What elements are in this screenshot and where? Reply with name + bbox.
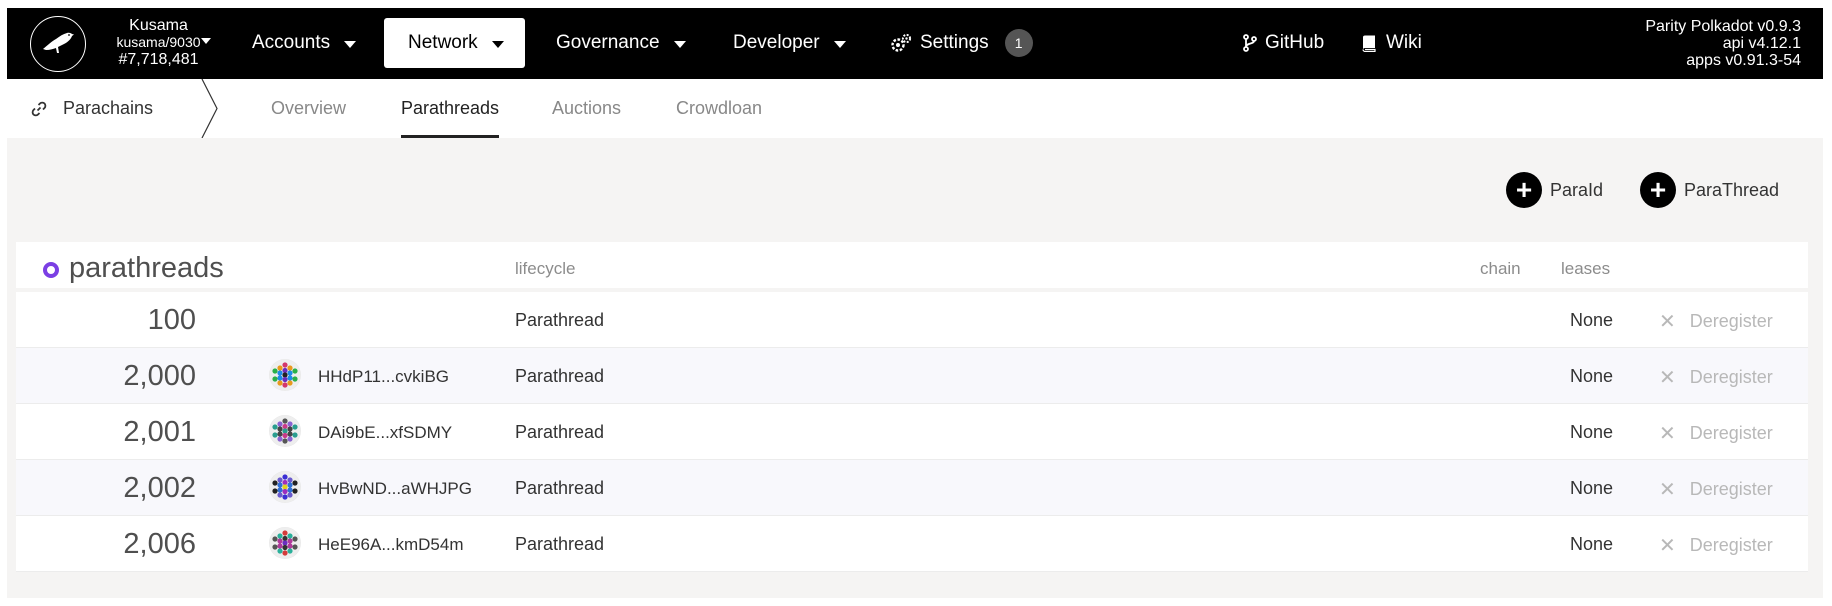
table-row: 100 Parathread None ✕ Deregister [16, 292, 1808, 348]
para-id: 100 [147, 304, 196, 336]
nav-network[interactable]: Network [384, 18, 525, 68]
leases-value: None [1570, 478, 1614, 498]
close-icon: ✕ [1659, 367, 1676, 389]
chevron-down-icon[interactable] [201, 38, 211, 44]
close-icon: ✕ [1659, 423, 1676, 445]
node-version: Parity Polkadot v0.9.3 [1645, 18, 1801, 35]
chain-name: Kusama [129, 17, 188, 34]
nav-accounts-label: Accounts [252, 32, 331, 53]
close-icon: ✕ [1659, 535, 1676, 557]
apps-version: apps v0.91.3-54 [1686, 52, 1801, 69]
version-info: Parity Polkadot v0.9.3 api v4.12.1 apps … [1645, 18, 1801, 69]
nav-github-label: GitHub [1265, 32, 1325, 53]
link-icon [31, 101, 47, 117]
deregister-button[interactable]: ✕ Deregister [1659, 477, 1773, 502]
chevron-down-icon [491, 40, 504, 48]
chain-selector[interactable]: Kusama kusama/9030 #7,718,481 [101, 17, 216, 68]
table-row: 2,001 DAi9bE...xfSDMY Parathread None ✕ … [16, 404, 1808, 460]
nav-developer[interactable]: Developer [733, 18, 846, 68]
book-icon [1362, 35, 1376, 52]
deregister-label: Deregister [1689, 535, 1773, 555]
leases-value: None [1570, 310, 1614, 330]
tab-crowdloan[interactable]: Crowdloan [676, 79, 762, 138]
para-id: 2,001 [123, 416, 196, 448]
add-paraid-label: ParaId [1550, 179, 1604, 200]
leases-value: None [1570, 534, 1614, 554]
manager-address[interactable]: HvBwND...aWHJPG [318, 479, 472, 499]
para-id: 2,000 [123, 360, 196, 392]
section-label: Parachains [63, 98, 154, 118]
lifecycle-value: Parathread [515, 478, 605, 498]
nav-wiki-link[interactable]: Wiki [1362, 18, 1422, 68]
nav-governance[interactable]: Governance [556, 18, 686, 68]
manager-address[interactable]: HeE96A...kmD54m [318, 535, 464, 555]
column-lifecycle: lifecycle [515, 259, 576, 278]
deregister-label: Deregister [1689, 311, 1773, 331]
close-icon: ✕ [1659, 479, 1676, 501]
lifecycle-value: Parathread [515, 366, 605, 386]
table-row: 2,006 HeE96A...kmD54m Parathread None ✕ … [16, 516, 1808, 572]
deregister-label: Deregister [1689, 479, 1773, 499]
status-dot-icon [43, 262, 59, 278]
tab-auctions[interactable]: Auctions [552, 79, 621, 138]
nav-settings-label: Settings [920, 32, 989, 53]
deregister-label: Deregister [1689, 423, 1773, 443]
deregister-button[interactable]: ✕ Deregister [1659, 309, 1773, 334]
nav-network-label: Network [408, 32, 478, 53]
identicon-icon [269, 471, 301, 503]
identicon-icon [269, 527, 301, 559]
lifecycle-value: Parathread [515, 310, 605, 330]
nav-governance-label: Governance [556, 32, 660, 53]
table-header: parathreads lifecycle chain leases [16, 242, 1808, 292]
settings-badge: 1 [1004, 29, 1033, 57]
leases-value: None [1570, 422, 1614, 442]
para-id: 2,006 [123, 528, 196, 560]
manager-address[interactable]: HHdP11...cvkiBG [318, 367, 449, 387]
identicon-icon [269, 415, 301, 447]
nav-settings[interactable]: Settings 1 [890, 18, 1033, 68]
section-parachains[interactable]: Parachains [7, 79, 153, 138]
identicon-icon [269, 359, 301, 391]
chain-block-number: #7,718,481 [118, 51, 199, 68]
manager-address[interactable]: DAi9bE...xfSDMY [318, 423, 452, 443]
plus-icon: + [1640, 172, 1676, 208]
kusama-logo-icon[interactable] [30, 16, 86, 72]
parathreads-table: parathreads lifecycle chain leases 100 P… [16, 242, 1808, 572]
chain-node: kusama/9030 [116, 34, 201, 50]
tab-overview[interactable]: Overview [271, 79, 346, 138]
para-id: 2,002 [123, 472, 196, 504]
deregister-button[interactable]: ✕ Deregister [1659, 421, 1773, 446]
add-parathread-label: ParaThread [1684, 179, 1780, 200]
nav-developer-label: Developer [733, 32, 820, 53]
nav-wiki-label: Wiki [1386, 32, 1422, 53]
breadcrumb-separator-icon [201, 79, 218, 138]
nav-github-link[interactable]: GitHub [1243, 18, 1324, 68]
add-paraid-button[interactable]: + ParaId [1506, 172, 1603, 208]
table-row: 2,002 HvBwND...aWHJPG Parathread None ✕ … [16, 460, 1808, 516]
table-title: parathreads [69, 252, 224, 284]
api-version: api v4.12.1 [1722, 35, 1801, 52]
chevron-down-icon [344, 40, 357, 48]
lifecycle-value: Parathread [515, 422, 605, 442]
column-chain: chain [1480, 259, 1521, 278]
add-parathread-button[interactable]: + ParaThread [1640, 172, 1779, 208]
table-row: 2,000 HHdP11...cvkiBG Parathread None ✕ … [16, 348, 1808, 404]
nav-accounts[interactable]: Accounts [252, 18, 357, 68]
leases-value: None [1570, 366, 1614, 386]
top-nav-bar: Kusama kusama/9030 #7,718,481 Accounts N… [7, 8, 1823, 79]
tab-parathreads[interactable]: Parathreads [401, 79, 500, 138]
deregister-label: Deregister [1689, 367, 1773, 387]
lifecycle-value: Parathread [515, 534, 605, 554]
sub-navigation: Parachains Overview Parathreads Auctions… [7, 79, 1823, 138]
close-icon: ✕ [1659, 311, 1676, 333]
chevron-down-icon [673, 40, 686, 48]
column-leases: leases [1561, 259, 1611, 278]
deregister-button[interactable]: ✕ Deregister [1659, 533, 1773, 558]
app-window: Kusama kusama/9030 #7,718,481 Accounts N… [7, 8, 1823, 598]
gears-icon [890, 33, 912, 53]
chevron-down-icon [833, 40, 846, 48]
deregister-button[interactable]: ✕ Deregister [1659, 365, 1773, 390]
git-branch-icon [1243, 34, 1257, 52]
plus-icon: + [1506, 172, 1542, 208]
